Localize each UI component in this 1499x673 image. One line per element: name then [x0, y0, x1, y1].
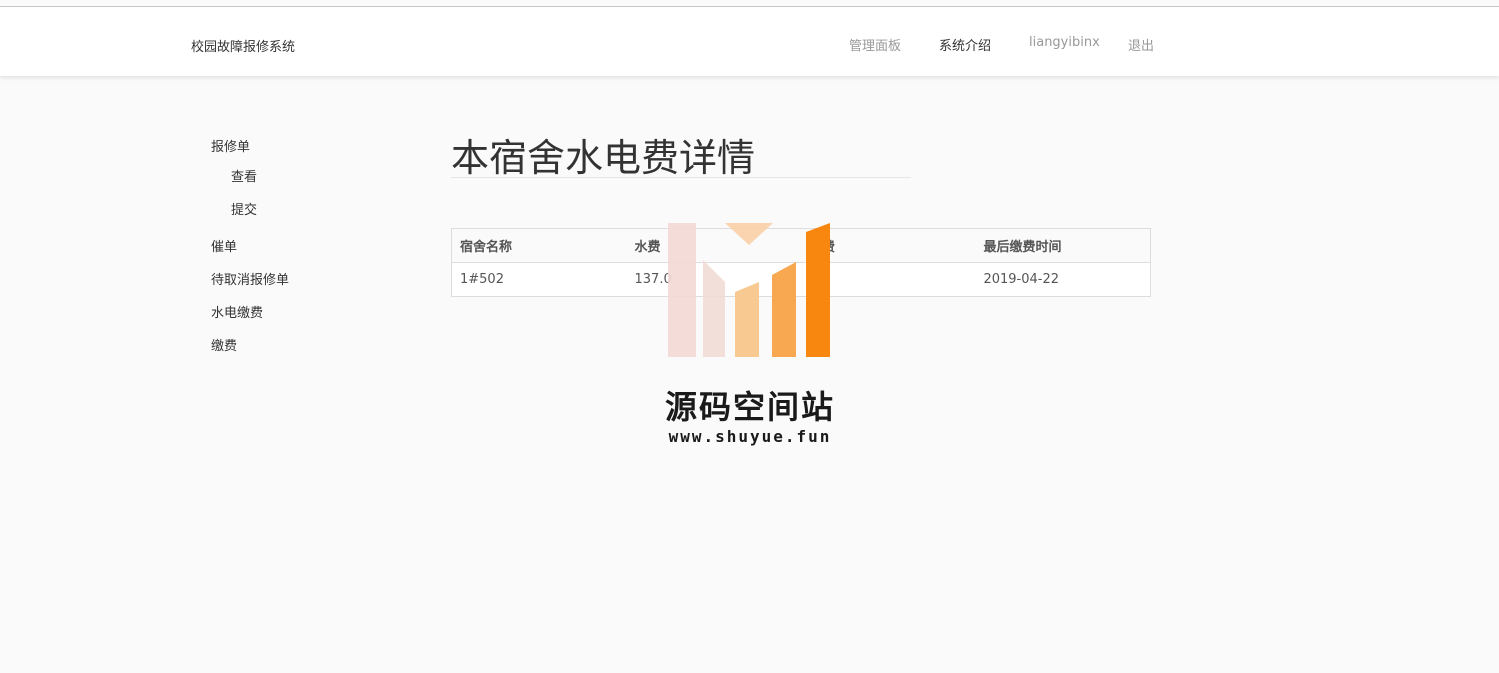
- sidebar-item-pay[interactable]: 缴费: [211, 335, 237, 354]
- page-title: 本宿舍水电费详情: [451, 136, 756, 180]
- title-divider: [451, 177, 911, 178]
- cell-last-payment-time: 2019-04-22: [975, 262, 1151, 297]
- nav-system-intro[interactable]: 系统介绍: [939, 35, 991, 54]
- col-dorm-name: 宿舍名称: [451, 228, 627, 263]
- cell-dorm-name: 1#502: [451, 262, 627, 297]
- sidebar-item-pending-cancel[interactable]: 待取消报修单: [211, 269, 289, 288]
- sidebar-item-submit[interactable]: 提交: [231, 199, 257, 218]
- sidebar-item-urge[interactable]: 催单: [211, 236, 237, 255]
- watermark: 源码空间站 www.shuyue.fun: [655, 220, 845, 460]
- nav-username[interactable]: liangyibinx: [1029, 35, 1100, 50]
- watermark-text: 源码空间站: [664, 388, 835, 426]
- nav-admin-panel[interactable]: 管理面板: [849, 35, 901, 54]
- sidebar-item-utility-payment[interactable]: 水电缴费: [211, 302, 263, 321]
- watermark-logo-icon: [668, 223, 830, 357]
- top-navbar: 校园故障报修系统 管理面板 系统介绍 liangyibinx 退出: [0, 7, 1499, 76]
- app-brand[interactable]: 校园故障报修系统: [191, 36, 295, 55]
- sidebar-item-view[interactable]: 查看: [231, 166, 257, 185]
- nav-logout[interactable]: 退出: [1128, 35, 1154, 54]
- col-last-payment-time: 最后缴费时间: [975, 228, 1151, 263]
- watermark-url: www.shuyue.fun: [668, 427, 832, 446]
- sidebar-item-repair-orders[interactable]: 报修单: [211, 136, 250, 155]
